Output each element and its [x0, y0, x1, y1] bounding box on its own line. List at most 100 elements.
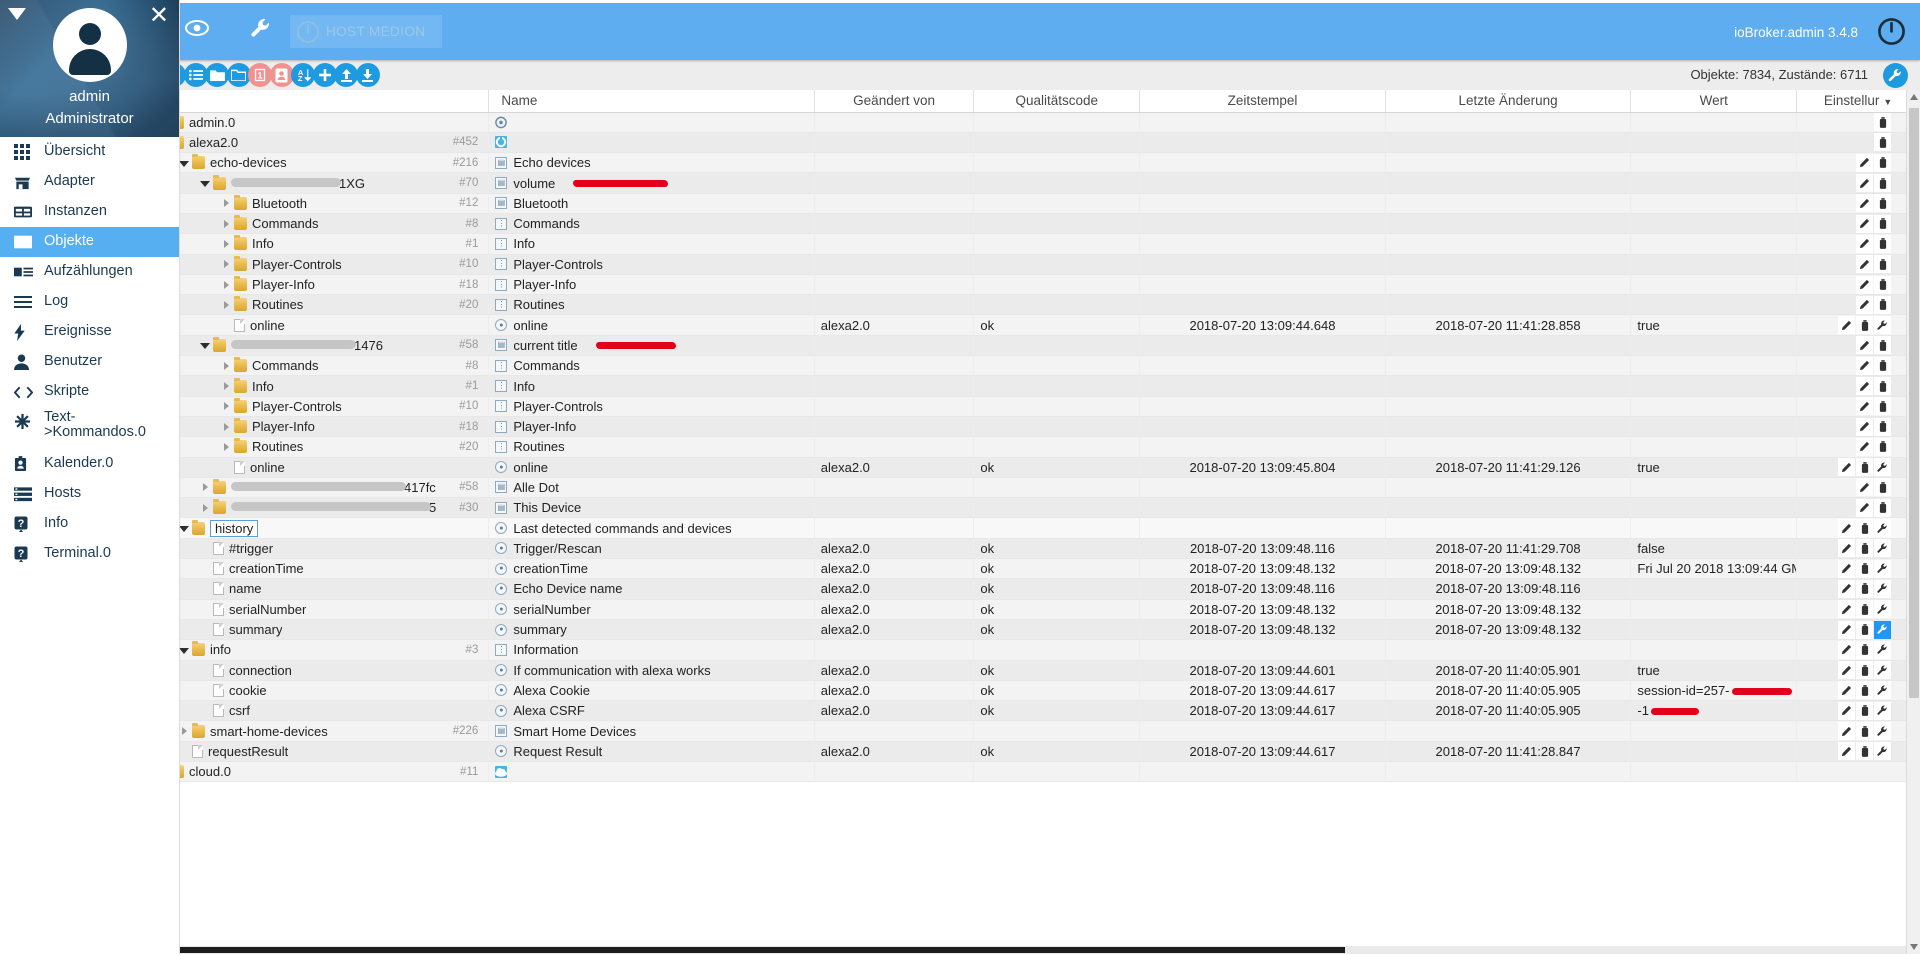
table-row[interactable]: serialNumber ● serialNumber alexa2.0 ok 2018-…	[145, 599, 1920, 620]
delete-button[interactable]	[1874, 153, 1891, 172]
level-button[interactable]: 1	[248, 63, 272, 87]
edit-button[interactable]	[1838, 579, 1855, 598]
cell-name[interactable]: ⋮ Player-Info	[488, 416, 815, 438]
cell-name[interactable]: ⋮ Commands	[488, 355, 815, 377]
table-row[interactable]: Player-Controls #10 ⋮ Player-Controls	[145, 396, 1920, 417]
sidebar-item-terminal-0[interactable]: ? Terminal.0	[0, 539, 179, 569]
cell-id[interactable]: Routines #20	[145, 294, 490, 316]
cell-id[interactable]: info #3	[145, 639, 490, 661]
column-header-id[interactable]: ID	[145, 90, 490, 113]
cell-name[interactable]: ⋮ Info	[488, 233, 815, 255]
cell-id[interactable]: Info #1	[145, 375, 490, 397]
delete-button[interactable]	[1874, 133, 1891, 152]
edit-button[interactable]	[1856, 194, 1873, 213]
sidebar-item-text-kommandos-0[interactable]: Text- >Kommandos.0	[0, 407, 179, 449]
horizontal-scrollbar[interactable]	[145, 946, 1906, 954]
cell-id[interactable]: Player-Controls #10	[145, 396, 490, 417]
horizontal-scroll-thumb[interactable]	[145, 947, 1345, 953]
tree-toggle-closed-icon[interactable]	[220, 258, 232, 270]
table-row[interactable]: smart-home-devices #226 ▤ Smart Home Device…	[145, 720, 1920, 742]
cell-id[interactable]: admin.0	[145, 112, 490, 133]
table-row[interactable]: creationTime ● creationTime alexa2.0 ok 2018-…	[145, 558, 1920, 580]
delete-button[interactable]	[1874, 336, 1891, 355]
settings-button[interactable]	[1874, 559, 1891, 578]
table-row[interactable]: Player-Info #18 ⋮ Player-Info	[145, 416, 1920, 438]
delete-button[interactable]	[1874, 275, 1891, 294]
cell-name[interactable]: ● Trigger/Rescan	[488, 538, 815, 560]
delete-button[interactable]	[1856, 559, 1873, 578]
expand-all-button[interactable]	[183, 63, 208, 87]
sidebar-item-kalender-0[interactable]: Kalender.0	[0, 449, 179, 479]
delete-button[interactable]	[1874, 255, 1891, 274]
cell-name[interactable]: ⋮ Player-Info	[488, 274, 815, 296]
edit-button[interactable]	[1856, 214, 1873, 233]
cell-id[interactable]: 1XG #70	[145, 172, 490, 194]
chevron-down-icon[interactable]: ▼	[1883, 97, 1892, 107]
cell-name[interactable]: ⋮ Routines	[488, 436, 815, 458]
delete-button[interactable]	[1856, 722, 1873, 741]
table-row[interactable]: admin.0	[145, 112, 1920, 133]
edit-button[interactable]	[1838, 458, 1855, 477]
settings-button[interactable]	[1874, 742, 1891, 761]
cell-id[interactable]: Player-Info #18	[145, 416, 490, 438]
delete-button[interactable]	[1874, 397, 1891, 416]
table-row[interactable]: Commands #8 ⋮ Commands	[145, 355, 1920, 377]
table-row[interactable]: Info #1 ⋮ Info	[145, 233, 1920, 255]
table-row[interactable]: Routines #20 ⋮ Routines	[145, 436, 1920, 458]
table-row[interactable]: name ● Echo Device name alexa2.0 ok 2018-07-2…	[145, 578, 1920, 600]
tree-toggle-open-icon[interactable]	[199, 339, 211, 351]
column-header-name[interactable]: Name	[488, 90, 815, 113]
cell-id[interactable]: echo-devices #216	[145, 152, 490, 174]
delete-button[interactable]	[1874, 214, 1891, 233]
delete-button[interactable]	[1856, 742, 1873, 761]
tree-toggle-closed-icon[interactable]	[199, 502, 211, 514]
cell-name[interactable]: ⋮ Information	[488, 639, 815, 661]
table-row[interactable]: 417fc #58 ▤ Alle Dot	[145, 477, 1920, 499]
sidebar-item-ereignisse[interactable]: Ereignisse	[0, 317, 179, 347]
settings-button[interactable]	[1874, 600, 1891, 619]
table-row[interactable]: Info #1 ⋮ Info	[145, 375, 1920, 397]
edit-button[interactable]	[1838, 640, 1855, 659]
tree-toggle-open-icon[interactable]	[199, 177, 211, 189]
cell-id[interactable]: Info #1	[145, 233, 490, 255]
edit-button[interactable]	[1856, 498, 1873, 517]
tree-toggle-closed-icon[interactable]	[220, 400, 232, 412]
column-header-einstellur[interactable]: Einstellur ▼	[1796, 90, 1920, 113]
cell-name[interactable]	[488, 761, 815, 783]
cell-name[interactable]: ▤ volume	[488, 172, 815, 194]
edit-button[interactable]	[1838, 701, 1855, 720]
cell-name[interactable]: ● Last detected commands and devices	[488, 517, 815, 539]
delete-button[interactable]	[1856, 458, 1873, 477]
delete-button[interactable]	[1856, 519, 1873, 538]
upload-button[interactable]	[334, 63, 358, 87]
edit-button[interactable]	[1838, 519, 1855, 538]
sidebar-item-aufz-hlungen[interactable]: Aufzählungen	[0, 257, 179, 287]
table-row[interactable]: connection ● If communication with alexa w…	[145, 660, 1920, 681]
table-row[interactable]: echo-devices #216 ▤ Echo devices	[145, 152, 1920, 174]
edit-button[interactable]	[1856, 478, 1873, 497]
edit-button[interactable]	[1856, 275, 1873, 294]
cell-name[interactable]	[488, 132, 815, 154]
delete-button[interactable]	[1874, 417, 1891, 436]
table-row[interactable]: online ● online alexa2.0 ok 2018-07-20 13:09:…	[145, 457, 1920, 478]
edit-button[interactable]	[1838, 742, 1855, 761]
cell-id[interactable]: online	[145, 314, 490, 336]
table-row[interactable]: Commands #8 ⋮ Commands	[145, 213, 1920, 235]
edit-button[interactable]	[1856, 417, 1873, 436]
delete-button[interactable]	[1874, 234, 1891, 253]
edit-button[interactable]	[1838, 559, 1855, 578]
cell-id[interactable]: Commands #8	[145, 355, 490, 377]
tree-toggle-closed-icon[interactable]	[220, 238, 232, 250]
cell-name[interactable]: ▤ current title	[488, 335, 815, 357]
contact-button[interactable]	[269, 63, 294, 87]
delete-button[interactable]	[1856, 316, 1873, 335]
cell-id[interactable]: Bluetooth #12	[145, 193, 490, 214]
sidebar-item-benutzer[interactable]: Benutzer	[0, 347, 179, 377]
cell-name[interactable]: ● If communication with alexa works	[488, 660, 815, 681]
table-row[interactable]: info #3 ⋮ Information	[145, 639, 1920, 661]
cell-id[interactable]: Commands #8	[145, 213, 490, 235]
close-folder-button[interactable]	[226, 63, 251, 87]
cell-id[interactable]: Player-Info #18	[145, 274, 490, 296]
cell-name[interactable]: ● Alexa CSRF	[488, 700, 815, 722]
tree-toggle-closed-icon[interactable]	[220, 360, 232, 372]
